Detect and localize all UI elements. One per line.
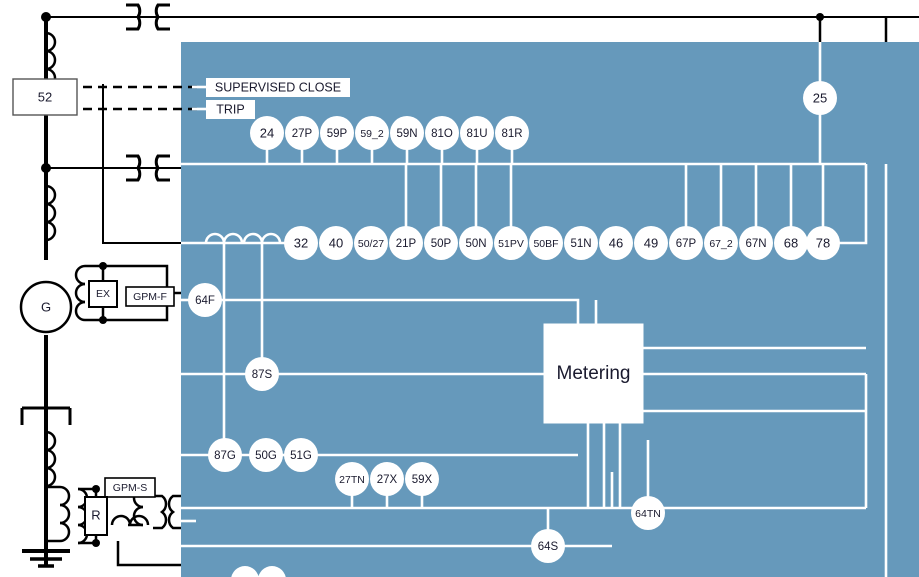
element-25[interactable]: 25 xyxy=(803,81,837,115)
element-49[interactable]: 49 xyxy=(634,226,668,260)
element-59N[interactable]: 59N xyxy=(390,116,424,150)
breaker-52[interactable]: 52 xyxy=(12,78,78,116)
element-50G-label: 50G xyxy=(255,450,277,462)
element-59P-label: 59P xyxy=(327,128,348,140)
element-81O[interactable]: 81O xyxy=(425,116,459,150)
element-27TN[interactable]: 27TN xyxy=(335,462,369,496)
element-78-label: 78 xyxy=(816,235,830,250)
element-21P-label: 21P xyxy=(396,238,417,250)
element-50N-label: 50N xyxy=(465,238,486,250)
element-87G[interactable]: 87G xyxy=(208,438,242,472)
element-59_2[interactable]: 59_2 xyxy=(355,116,389,150)
element-51PV-label: 51PV xyxy=(498,238,524,250)
trip-label: TRIP xyxy=(216,102,244,116)
element-81O-label: 81O xyxy=(431,128,453,140)
element-40-label: 40 xyxy=(329,235,343,250)
stator-node-top xyxy=(92,485,100,493)
element-59N-label: 59N xyxy=(396,128,417,140)
element-81U-label: 81U xyxy=(466,128,487,140)
element-87S[interactable]: 87S xyxy=(245,357,279,391)
resistor-block[interactable]: R xyxy=(84,496,108,536)
excitation-node-top xyxy=(99,262,107,270)
bus-node-top xyxy=(41,12,51,22)
element-81R-label: 81R xyxy=(501,128,522,140)
element-24-label: 24 xyxy=(260,125,274,140)
element-51N[interactable]: 51N xyxy=(564,226,598,260)
metering-label: Metering xyxy=(557,363,631,384)
gpm-field-label: GPM-F xyxy=(133,291,167,303)
element-67P[interactable]: 67P xyxy=(669,226,703,260)
element-64TN-label: 64TN xyxy=(635,508,661,520)
element-51G-label: 51G xyxy=(290,450,312,462)
element-67N[interactable]: 67N xyxy=(739,226,773,260)
element-67P-label: 67P xyxy=(676,238,697,250)
element-27P[interactable]: 27P xyxy=(285,116,319,150)
element-64TN[interactable]: 64TN xyxy=(631,496,665,530)
element-81R[interactable]: 81R xyxy=(495,116,529,150)
element-87S-label: 87S xyxy=(252,369,273,381)
element-59P[interactable]: 59P xyxy=(320,116,354,150)
excitation-node-bottom xyxy=(99,316,107,324)
element-67N-label: 67N xyxy=(745,238,766,250)
element-59_2-label: 59_2 xyxy=(360,128,384,140)
element-78[interactable]: 78 xyxy=(806,226,840,260)
stator-ground-transformer xyxy=(46,485,181,567)
element-50N[interactable]: 50N xyxy=(459,226,493,260)
element-51PV[interactable]: 51PV xyxy=(494,226,528,260)
element-51N-label: 51N xyxy=(570,238,591,250)
stator-node-bottom xyxy=(92,539,100,547)
breaker-52-label: 52 xyxy=(38,89,52,104)
signal-supervised-close[interactable]: SUPERVISED CLOSE xyxy=(206,78,350,97)
element-49-label: 49 xyxy=(644,235,658,250)
element-32[interactable]: 32 xyxy=(284,226,318,260)
exciter-block[interactable]: EX xyxy=(88,280,118,308)
generator-label: G xyxy=(41,299,51,314)
element-87G-label: 87G xyxy=(214,450,236,462)
element-27TN-label: 27TN xyxy=(339,474,365,486)
element-59X-label: 59X xyxy=(412,474,433,486)
supervised-close-label: SUPERVISED CLOSE xyxy=(215,80,341,94)
element-64S-label: 64S xyxy=(538,541,559,553)
element-59X[interactable]: 59X xyxy=(405,462,439,496)
element-50BF[interactable]: 50BF xyxy=(529,226,563,260)
element-27P-label: 27P xyxy=(292,128,313,140)
element-21P[interactable]: 21P xyxy=(389,226,423,260)
diagram-root: Metering 52 SUPERVISED CLOSE TRIP G EX G… xyxy=(0,0,919,577)
element-50G[interactable]: 50G xyxy=(249,438,283,472)
gpm-field-block[interactable]: GPM-F xyxy=(125,286,175,307)
bus-node-sync xyxy=(816,13,824,21)
element-46[interactable]: 46 xyxy=(599,226,633,260)
element-50P[interactable]: 50P xyxy=(424,226,458,260)
element-25-label: 25 xyxy=(813,90,827,105)
bus-node-mid xyxy=(41,163,51,173)
element-68-label: 68 xyxy=(784,235,798,250)
signal-trip[interactable]: TRIP xyxy=(206,100,255,119)
element-81U[interactable]: 81U xyxy=(460,116,494,150)
exciter-label: EX xyxy=(96,288,110,300)
element-50-27[interactable]: 50/27 xyxy=(354,226,388,260)
element-51G[interactable]: 51G xyxy=(284,438,318,472)
resistor-label: R xyxy=(91,507,100,522)
element-68[interactable]: 68 xyxy=(774,226,808,260)
element-50-27-label: 50/27 xyxy=(358,238,384,250)
element-46-label: 46 xyxy=(609,235,623,250)
metering-block[interactable]: Metering xyxy=(543,323,644,424)
element-64F[interactable]: 64F xyxy=(188,283,222,317)
element-50BF-label: 50BF xyxy=(533,238,558,250)
generator[interactable]: G xyxy=(19,280,73,334)
element-27X-label: 27X xyxy=(377,474,398,486)
element-24[interactable]: 24 xyxy=(250,116,284,150)
element-40[interactable]: 40 xyxy=(319,226,353,260)
gpm-stator-block[interactable]: GPM-S xyxy=(104,477,156,498)
element-64S[interactable]: 64S xyxy=(531,529,565,563)
element-67_2-label: 67_2 xyxy=(709,238,733,250)
element-32-label: 32 xyxy=(294,235,308,250)
protection-diagram-canvas: Metering 52 SUPERVISED CLOSE TRIP G EX G… xyxy=(12,3,919,577)
element-67_2[interactable]: 67_2 xyxy=(704,226,738,260)
element-50P-label: 50P xyxy=(431,238,452,250)
gpm-stator-label: GPM-S xyxy=(113,482,147,494)
element-64F-label: 64F xyxy=(195,295,215,307)
element-27X[interactable]: 27X xyxy=(370,462,404,496)
